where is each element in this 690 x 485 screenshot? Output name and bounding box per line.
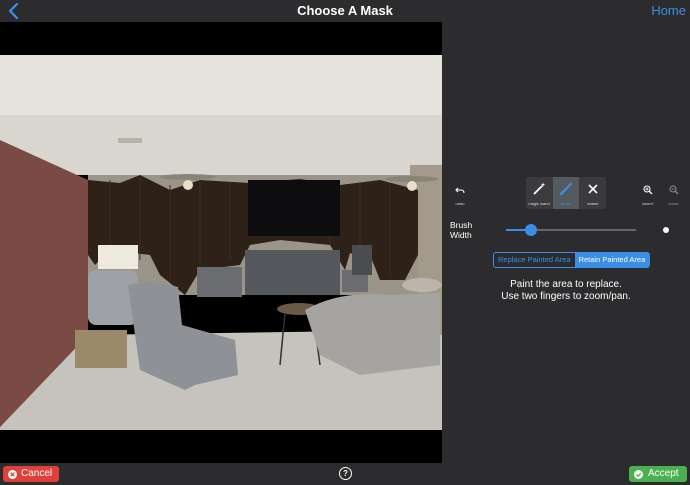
tool-panel: undo magic wand brush eraser zoom+ zoom-… [442,22,690,463]
room-photo [0,55,442,430]
home-button[interactable]: Home [651,3,686,18]
magic-wand-label: magic wand [528,201,550,206]
page-title: Choose A Mask [297,3,393,18]
brush-width-label-line1: Brush [450,220,473,230]
undo-label: undo [455,201,465,206]
zoom-in-label: zoom+ [641,201,655,206]
zoom-out-label: zoom- [668,201,680,206]
brush-tool-group: magic wand brush eraser [526,177,606,209]
top-bar: Choose A Mask Home [0,0,690,22]
slider-knob[interactable] [524,224,537,236]
accept-button[interactable]: Accept [629,466,687,482]
zoom-out-icon [669,185,679,195]
cancel-icon [8,469,17,479]
brush-icon [560,182,573,195]
cancel-button[interactable]: Cancel [3,466,59,482]
close-icon [588,184,598,194]
brush-width-label-line2: Width [450,230,472,240]
eraser-label: eraser [587,201,599,206]
undo-button[interactable]: undo [450,182,470,206]
eraser-button[interactable]: eraser [580,177,606,209]
cancel-label: Cancel [21,468,53,479]
replace-painted-area-option[interactable]: Replace Painted Area [494,253,575,267]
brush-size-preview [663,227,669,233]
magic-wand-button[interactable]: magic wand [526,177,552,209]
checkmark-icon [634,469,643,479]
undo-icon [455,187,465,194]
instruction-line-1: Paint the area to replace. [510,279,622,290]
zoom-out-button[interactable]: zoom- [665,182,683,206]
help-button[interactable]: ? [339,467,352,480]
instructions: Paint the area to replace. Use two finge… [442,279,690,303]
accept-label: Accept [648,468,679,479]
mode-segmented-control: Replace Painted Area Retain Painted Area [493,252,651,268]
zoom-in-icon [643,185,653,195]
retain-painted-area-option[interactable]: Retain Painted Area [574,253,650,267]
bottom-bar: Cancel ? Accept [0,463,690,485]
brush-button[interactable]: brush [553,177,579,209]
magic-wand-icon [533,182,546,195]
brush-label: brush [560,201,571,206]
brush-width-label: Brush Width [450,220,472,240]
instruction-line-2: Use two fingers to zoom/pan. [501,291,631,302]
brush-width-slider[interactable] [506,224,636,236]
zoom-in-button[interactable]: zoom+ [639,182,657,206]
mask-canvas[interactable] [0,22,442,463]
